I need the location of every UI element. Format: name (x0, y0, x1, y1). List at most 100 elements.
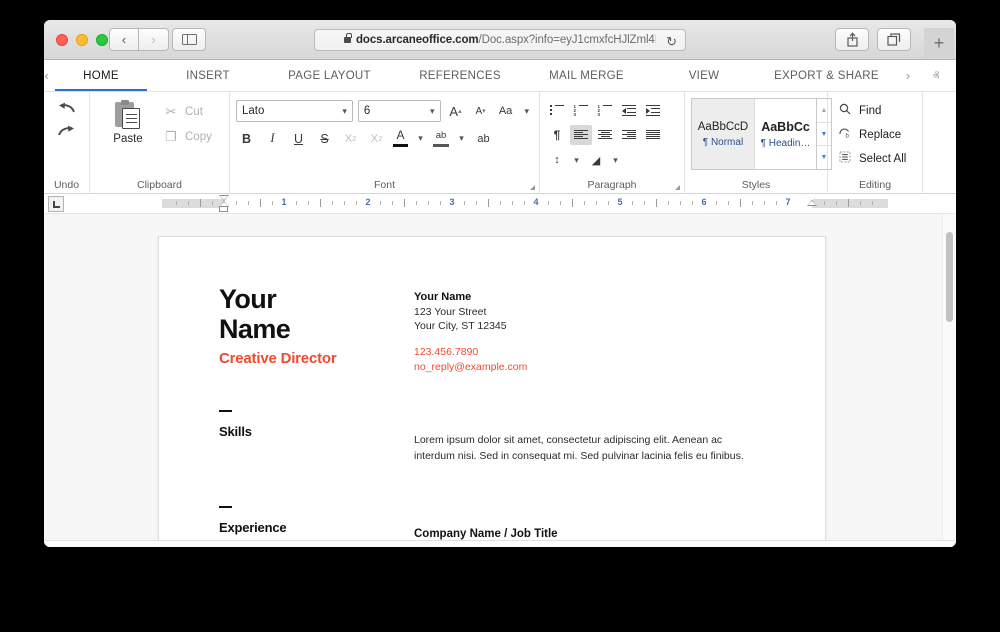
resume-header: Your Name Creative Director Your Name 12… (219, 284, 785, 374)
share-icon (846, 32, 858, 47)
bullet-list-icon: ... (549, 104, 565, 116)
style-name: ¶ Headin… (760, 137, 811, 149)
underline-button[interactable]: U (288, 128, 309, 149)
resume-header-right: Your Name 123 Your Street Your City, ST … (414, 285, 527, 374)
align-center-button[interactable] (594, 125, 616, 145)
scrollbar-thumb[interactable] (946, 232, 953, 322)
sidebar-toggle-button[interactable] (172, 28, 206, 51)
highlight-button[interactable]: ab (432, 129, 450, 148)
ribbon-next-arrow[interactable]: › (894, 68, 922, 83)
chevron-down-icon[interactable]: ▾ (570, 155, 583, 166)
ruler-left-margin-zone (162, 199, 224, 208)
superscript-button[interactable]: X2 (340, 128, 361, 149)
paste-button[interactable]: Paste (96, 98, 160, 145)
show-marks-button[interactable]: ¶ (546, 125, 568, 145)
italic-button[interactable]: I (262, 128, 283, 149)
group-label-editing: Editing (858, 179, 892, 191)
resume-header-left: Your Name Creative Director (219, 284, 414, 374)
justify-button[interactable] (642, 125, 664, 145)
document-page[interactable]: Your Name Creative Director Your Name 12… (158, 236, 826, 540)
grow-font-button[interactable]: A ▴ (446, 101, 466, 122)
chevron-down-icon[interactable]: ▾ (414, 133, 427, 144)
align-right-button[interactable] (618, 125, 640, 145)
font-dialog-launcher[interactable] (528, 183, 535, 190)
tab-view[interactable]: VIEW (649, 60, 759, 91)
resume-section-label: Skills (219, 409, 414, 465)
undo-button[interactable] (58, 102, 75, 118)
style-card-heading[interactable]: AaBbCc ¶ Headin… (754, 99, 816, 169)
new-tab-button[interactable]: + (924, 28, 954, 58)
increase-indent-button[interactable] (642, 100, 664, 120)
minimize-window-button[interactable] (76, 34, 88, 46)
numbered-list-button[interactable]: 123 (570, 100, 592, 120)
resume-skills-title: Skills (219, 423, 252, 439)
find-label: Find (859, 104, 882, 117)
align-left-icon (574, 129, 588, 141)
paragraph-dialog-launcher[interactable] (673, 183, 680, 190)
tab-stop-selector[interactable] (48, 196, 64, 212)
ribbon-collapse-button[interactable]: ⱏ (922, 68, 950, 84)
svg-text:b: b (845, 134, 849, 140)
bullet-list-button[interactable]: ... (546, 100, 568, 120)
back-button[interactable]: ‹ (109, 28, 139, 51)
tab-home[interactable]: HOME (49, 60, 153, 91)
right-indent-marker[interactable] (807, 195, 818, 213)
tab-export-share[interactable]: EXPORT & SHARE (759, 60, 894, 91)
forward-button[interactable]: › (139, 28, 169, 51)
tab-page-layout[interactable]: PAGE LAYOUT (263, 60, 396, 91)
multilevel-list-button[interactable]: 123 (594, 100, 616, 120)
copy-button[interactable]: ❐ Copy (164, 129, 212, 145)
align-left-button[interactable] (570, 125, 592, 145)
font-family-select[interactable]: Lato ▾ (236, 100, 353, 122)
share-button[interactable] (835, 28, 869, 51)
font-size-select[interactable]: 6 ▾ (357, 100, 441, 122)
navigation-buttons: ‹ › (109, 28, 169, 51)
group-label-undo: Undo (53, 179, 80, 191)
chevron-down-icon[interactable]: ▾ (609, 155, 622, 166)
font-color-button[interactable]: A (392, 129, 409, 148)
ruler: 1 2 3 4 5 6 7 (44, 194, 956, 214)
resume-phone: 123.456.7890 (414, 346, 479, 359)
find-button[interactable]: Find (838, 103, 906, 118)
select-all-button[interactable]: Select All (838, 151, 906, 166)
shrink-font-button[interactable]: A ▾ (471, 101, 491, 122)
align-center-icon (598, 129, 612, 141)
screen: ‹ › docs.arcaneoffice.com/Doc.aspx?info=… (0, 0, 1000, 632)
tab-references[interactable]: REFERENCES (396, 60, 524, 91)
decrease-indent-button[interactable] (618, 100, 640, 120)
resume-experience-entry: Company Name / Job Title MONTH 20XX - PR… (414, 506, 785, 540)
subscript-button[interactable]: X2 (366, 128, 387, 149)
ruler-number: 2 (365, 197, 371, 207)
chevron-down-icon: ▾ (342, 105, 347, 116)
ribbon-spacer (923, 92, 956, 194)
strikethrough-button[interactable]: S (314, 128, 335, 149)
maximize-window-button[interactable] (96, 34, 108, 46)
document-scrollbar[interactable] (942, 214, 956, 540)
address-bar[interactable]: docs.arcaneoffice.com/Doc.aspx?info=eyJ1… (314, 29, 686, 51)
group-label-clipboard: Clipboard (137, 179, 182, 191)
chevron-down-icon[interactable]: ▾ (521, 106, 533, 117)
bold-button[interactable]: B (236, 128, 257, 149)
url-text: docs.arcaneoffice.com/Doc.aspx?info=eyJ1… (356, 34, 656, 46)
cut-label: Cut (185, 106, 203, 118)
paste-label: Paste (113, 133, 143, 145)
shading-button[interactable]: ◢ (585, 150, 607, 170)
left-indent-marker[interactable] (219, 206, 228, 212)
reload-icon[interactable]: ↻ (666, 34, 677, 50)
resume-company-job: Company Name / Job Title (414, 528, 558, 540)
redo-button[interactable] (58, 125, 75, 141)
close-window-button[interactable] (56, 34, 68, 46)
style-card-normal[interactable]: AaBbCcD ¶ Normal (692, 99, 754, 169)
highlight-label: ab (435, 130, 447, 141)
replace-button[interactable]: b Replace (838, 127, 906, 142)
chevron-down-icon[interactable]: ▾ (455, 133, 468, 144)
cut-button[interactable]: ✂ Cut (164, 104, 212, 120)
tab-overview-button[interactable] (877, 28, 911, 51)
paste-icon (115, 100, 141, 130)
change-case-button[interactable]: Aa (496, 101, 516, 122)
clear-formatting-button[interactable]: ab (473, 128, 494, 149)
line-spacing-button[interactable]: ↕ (546, 150, 568, 170)
tab-mail-merge[interactable]: MAIL MERGE (524, 60, 649, 91)
tab-insert[interactable]: INSERT (153, 60, 263, 91)
resume-section-label: Experience (219, 506, 414, 540)
